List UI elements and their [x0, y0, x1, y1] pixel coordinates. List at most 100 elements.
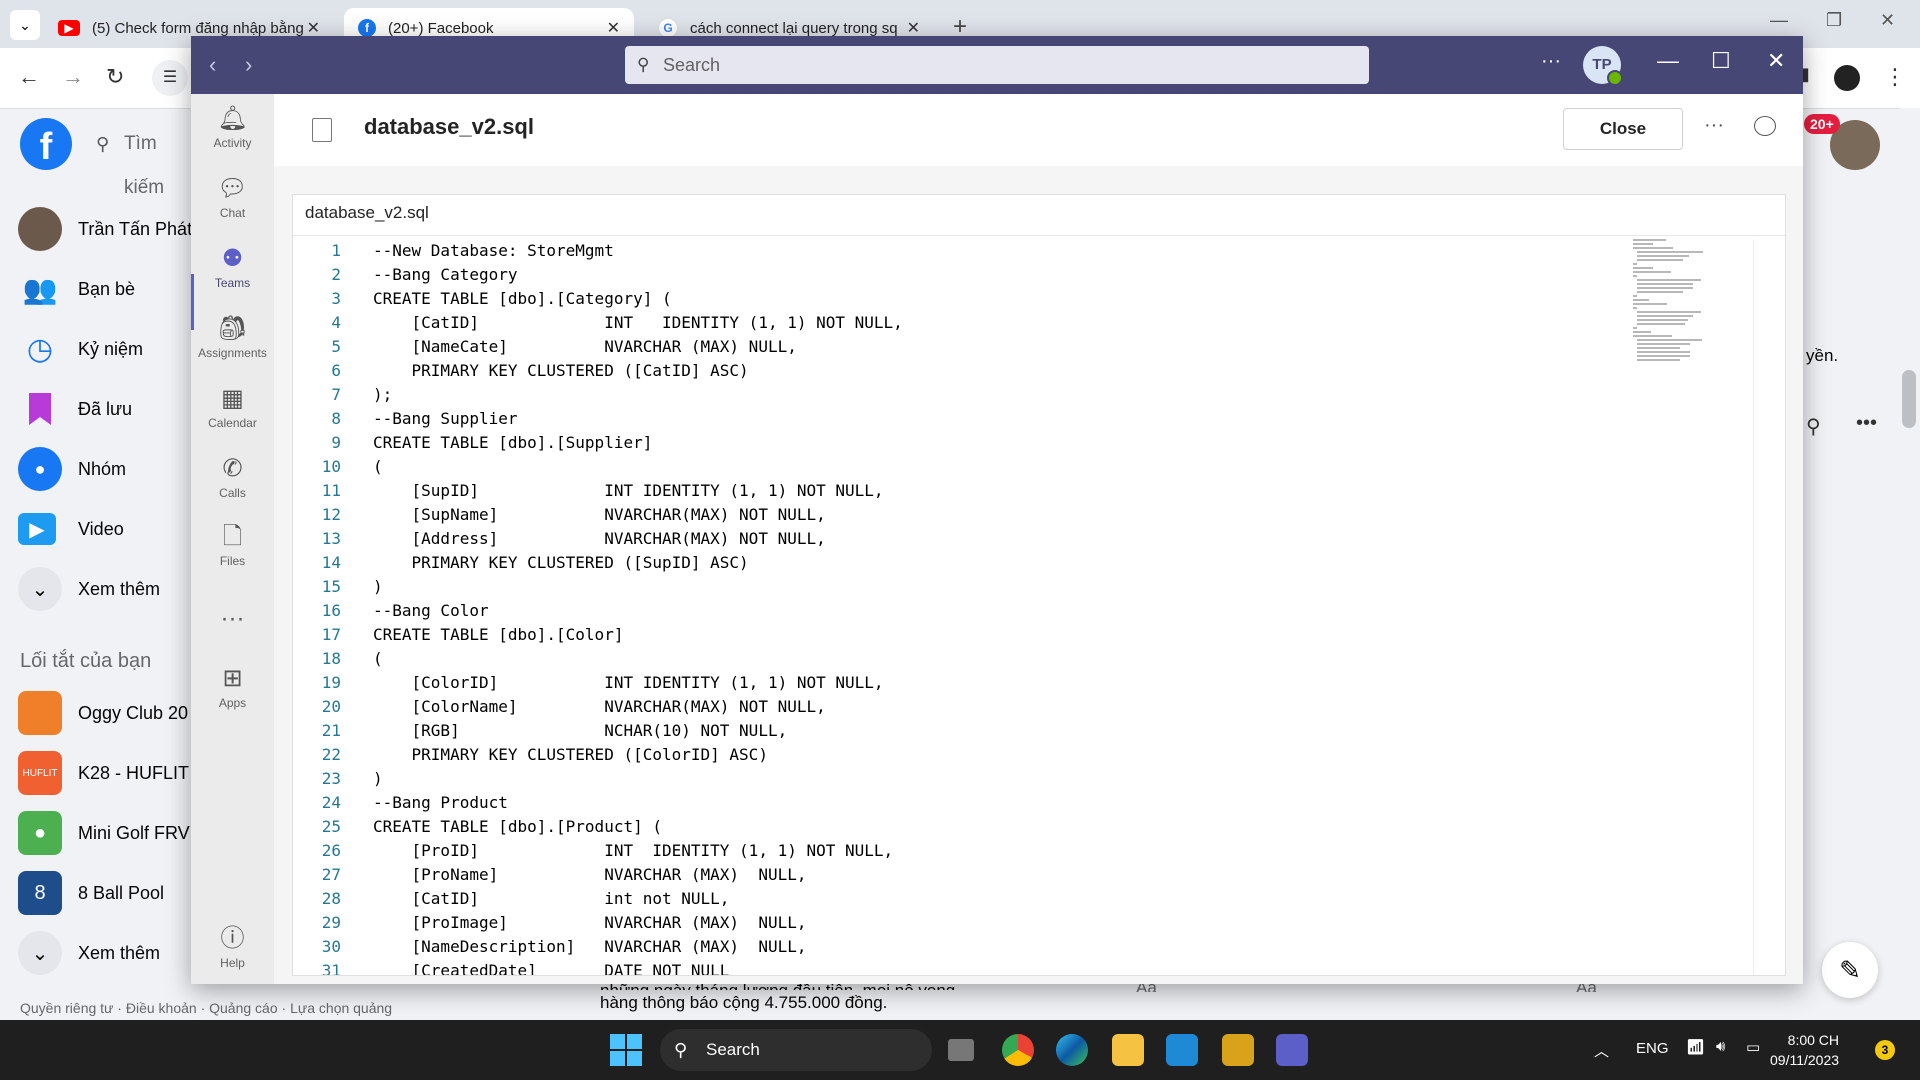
line-content: ); — [373, 385, 393, 404]
close-window-icon[interactable]: ✕ — [1880, 10, 1895, 31]
battery-icon[interactable]: ▭ — [1746, 1038, 1760, 1056]
forward-icon[interactable]: › — [245, 52, 252, 78]
sidebar-item-video[interactable]: ▶ Video — [18, 506, 124, 552]
shortcuts-heading: Lối tắt của bạn — [20, 650, 152, 672]
rail-more[interactable]: ··· — [191, 604, 274, 636]
system-clock[interactable]: 8:00 CH 09/11/2023 — [1770, 1030, 1839, 1070]
file-explorer-icon[interactable] — [1112, 1034, 1144, 1066]
minimap-line — [1637, 339, 1702, 341]
game-icon — [18, 691, 62, 735]
user-avatar[interactable]: TP — [1583, 46, 1623, 86]
minimap-line — [1633, 335, 1672, 337]
rail-chat[interactable]: 💬︎ Chat — [191, 174, 274, 220]
line-number: 19 — [321, 673, 341, 692]
line-content: [ColorName] NVARCHAR(MAX) NOT NULL, — [373, 697, 826, 716]
tab-list-button[interactable]: ⌄ — [10, 10, 40, 40]
search-icon: ⚲ — [96, 134, 110, 154]
more-options-icon[interactable]: ··· — [1704, 114, 1724, 137]
sidebar-item-profile[interactable]: Trần Tấn Phát — [18, 206, 192, 252]
minimize-icon[interactable]: — — [1657, 48, 1679, 74]
rail-label: Files — [219, 554, 246, 568]
line-number: 6 — [331, 361, 341, 380]
browser-menu-icon[interactable]: ⋮ — [1884, 64, 1906, 90]
line-number: 5 — [331, 337, 341, 356]
maximize-icon[interactable]: ☐ — [1711, 48, 1731, 74]
sidebar-item-memories[interactable]: ◷ Kỷ niệm — [18, 326, 143, 372]
minimap-line — [1633, 267, 1653, 269]
shortcut-item[interactable]: ● Mini Golf FRV — [18, 810, 190, 856]
line-number: 17 — [321, 625, 341, 644]
shortcut-item[interactable]: 8 8 Ball Pool — [18, 870, 164, 916]
search-icon: ⚲ — [674, 1040, 688, 1060]
shortcut-see-more[interactable]: ⌄ Xem thêm — [18, 930, 160, 976]
memories-icon: ◷ — [26, 332, 54, 366]
rail-help[interactable]: ⓘ Help — [191, 924, 274, 970]
settings-more-icon[interactable]: ··· — [1541, 50, 1561, 73]
minimize-icon[interactable]: — — [1770, 10, 1788, 31]
forward-icon[interactable]: → — [62, 64, 84, 90]
rail-calls[interactable]: ✆ Calls — [191, 454, 274, 500]
wifi-icon[interactable]: 📶︎ — [1686, 1038, 1705, 1056]
close-tab-icon[interactable]: ✕ — [907, 18, 920, 38]
show-hidden-icons[interactable]: ︿ — [1594, 1040, 1609, 1061]
google-icon: G — [658, 18, 678, 38]
code-area[interactable]: 1 --New Database: StoreMgmt 2 --Bang Catego… — [293, 239, 1753, 975]
rail-assignments[interactable]: 🎒︎ Assignments — [191, 314, 274, 360]
rail-teams[interactable]: ⚉ Teams — [191, 244, 274, 290]
line-content: ) — [373, 769, 383, 788]
right-search-icon[interactable]: ⚲ — [1806, 414, 1821, 439]
notification-count-badge[interactable]: 3 — [1875, 1040, 1895, 1060]
sidebar-item-see-more[interactable]: ⌄ Xem thêm — [18, 566, 160, 612]
reload-icon[interactable]: ↻ — [106, 64, 124, 90]
back-icon[interactable]: ‹ — [209, 52, 216, 78]
editor-scrollbar[interactable] — [1753, 239, 1768, 975]
volume-icon[interactable]: 🔊︎ — [1716, 1038, 1725, 1055]
chat-icon: 💬︎ — [217, 175, 248, 202]
facebook-footer-links[interactable]: Quyền riêng tư · Điều khoản · Quảng cáo … — [20, 1000, 392, 1016]
task-view-icon[interactable] — [948, 1039, 974, 1061]
taskbar-search[interactable]: ⚲ Search — [660, 1029, 932, 1071]
restore-icon[interactable]: ❐ — [1826, 10, 1842, 31]
facebook-search-input[interactable]: ⚲ Tìm kiếm — [82, 122, 202, 198]
tab-title: (5) Check form đăng nhập bằng — [92, 19, 304, 37]
shortcut-item[interactable]: HUFLIT K28 - HUFLIT — [18, 750, 189, 796]
profile-icon[interactable] — [1834, 65, 1860, 91]
teams-search-input[interactable]: ⚲ Search — [625, 46, 1369, 84]
back-icon[interactable]: ← — [18, 64, 40, 90]
close-window-icon[interactable]: ✕ — [1767, 48, 1785, 74]
rail-files[interactable]: 🗋 Files — [191, 522, 274, 568]
editor-tab[interactable]: database_v2.sql — [305, 203, 429, 223]
excel-app-icon[interactable] — [1222, 1034, 1254, 1066]
windows-start-icon[interactable] — [610, 1034, 642, 1066]
chrome-icon[interactable] — [1002, 1034, 1034, 1066]
line-content: --Bang Color — [373, 601, 489, 620]
new-message-button[interactable]: ✎ — [1822, 942, 1878, 998]
sidebar-item-groups[interactable]: ● Nhóm — [18, 446, 126, 492]
close-button[interactable]: Close — [1563, 108, 1683, 150]
rail-apps[interactable]: ⊞ Apps — [191, 664, 274, 710]
sidebar-item-saved[interactable]: Đã lưu — [18, 386, 132, 432]
rail-calendar[interactable]: ▦ Calendar — [191, 384, 274, 430]
facebook-logo[interactable]: f — [20, 118, 72, 170]
edge-icon[interactable] — [1056, 1034, 1088, 1066]
close-tab-icon[interactable]: ✕ — [607, 18, 620, 38]
close-tab-icon[interactable]: ✕ — [307, 18, 320, 38]
teams-app-icon[interactable] — [1276, 1034, 1308, 1066]
vscode-icon[interactable] — [1166, 1034, 1198, 1066]
language-indicator[interactable]: ENG — [1636, 1040, 1669, 1057]
line-content: --Bang Supplier — [373, 409, 518, 428]
page-scrollbar-thumb[interactable] — [1902, 370, 1916, 428]
site-info-icon[interactable]: ☰ — [152, 60, 188, 96]
line-number: 14 — [321, 553, 341, 572]
page-scrollbar[interactable] — [1900, 108, 1920, 1020]
shortcut-item[interactable]: Oggy Club 20 — [18, 690, 188, 736]
video-icon: ▶ — [18, 513, 56, 545]
rail-activity[interactable]: 🔔︎ Activity — [191, 104, 274, 150]
code-editor[interactable]: database_v2.sql 1 --New Database: StoreMg… — [292, 194, 1786, 976]
right-more-icon[interactable]: ••• — [1856, 412, 1877, 435]
editor-minimap[interactable] — [1633, 239, 1743, 415]
line-content: [CatID] INT IDENTITY (1, 1) NOT NULL, — [373, 313, 903, 332]
sidebar-item-friends[interactable]: 👥 Bạn bè — [18, 266, 136, 312]
conversation-icon[interactable] — [1754, 116, 1776, 136]
tab-title: cách connect lại query trong sq — [690, 19, 898, 37]
